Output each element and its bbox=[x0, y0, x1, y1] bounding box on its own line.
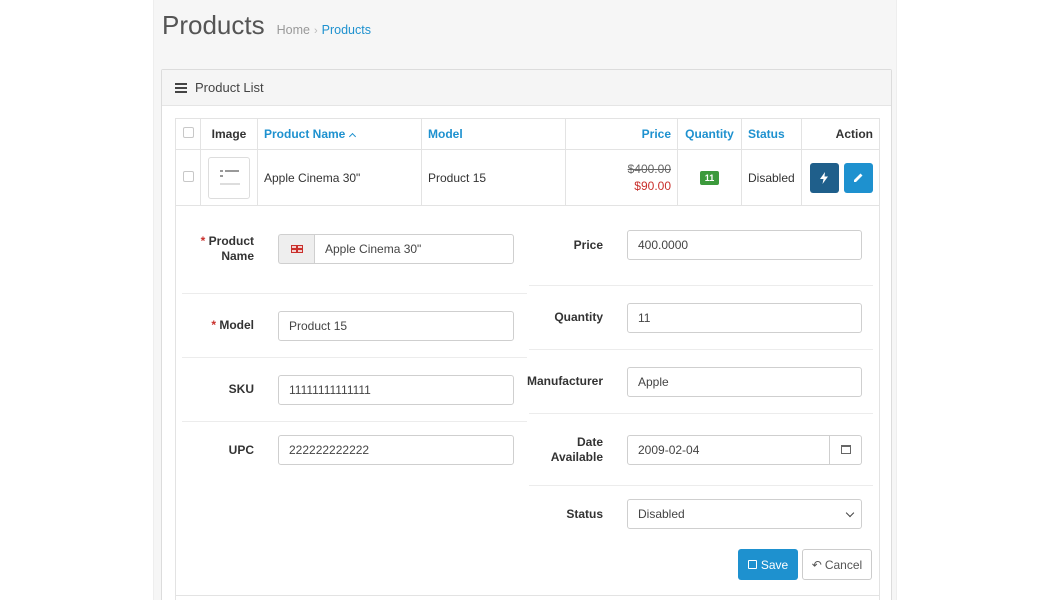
column-header-image: Image bbox=[200, 118, 258, 150]
breadcrumb-products-link[interactable]: Products bbox=[322, 23, 371, 37]
required-marker: * bbox=[211, 318, 216, 332]
cancel-button[interactable]: ↶ Cancel bbox=[802, 549, 872, 580]
product-thumbnail bbox=[208, 156, 250, 199]
product-price-cell: $400.00 $90.00 bbox=[565, 149, 678, 206]
column-header-quantity[interactable]: Quantity bbox=[677, 118, 742, 150]
model-input[interactable]: Product 15 bbox=[278, 310, 514, 341]
product-name-row: * Product Name Apple Cinema 30" bbox=[182, 205, 527, 294]
table-row: Apple Cinema 30" Product 15 $400.00 $90.… bbox=[175, 149, 881, 206]
model-label: * Model bbox=[211, 318, 254, 332]
manufacturer-row: Manufacturer Apple bbox=[527, 350, 873, 414]
uk-flag-icon bbox=[290, 245, 303, 253]
page-title: Products bbox=[162, 10, 265, 40]
quantity-row: Quantity 11 bbox=[529, 286, 873, 350]
page-header: Products Home › Products bbox=[162, 10, 371, 50]
product-table: Image Product Name Model Price Quantity … bbox=[175, 118, 881, 206]
bolt-icon bbox=[820, 171, 829, 184]
price-row: Price 400.0000 bbox=[529, 205, 873, 286]
undo-icon: ↶ bbox=[811, 557, 822, 572]
price-label: Price bbox=[573, 237, 603, 252]
original-price: $400.00 bbox=[627, 162, 671, 176]
date-available-row: Date Available 2009-02-04 bbox=[529, 414, 873, 486]
cancel-button-label: Cancel bbox=[824, 557, 863, 572]
table-header-row: Image Product Name Model Price Quantity … bbox=[175, 118, 881, 150]
column-header-product-name[interactable]: Product Name bbox=[257, 118, 422, 150]
sku-input[interactable]: 11111111111111 bbox=[278, 374, 514, 405]
select-all-cell bbox=[175, 118, 201, 150]
sort-ascending-icon bbox=[349, 132, 357, 141]
product-status-cell: Disabled bbox=[741, 149, 802, 206]
date-available-label: Date Available bbox=[550, 434, 603, 464]
language-flag-addon bbox=[278, 234, 314, 264]
admin-content: Products Home › Products Product List Im… bbox=[153, 0, 897, 600]
breadcrumb: Home › Products bbox=[277, 23, 371, 37]
date-available-input[interactable]: 2009-02-04 bbox=[627, 434, 830, 465]
status-row: Status Disabled bbox=[529, 486, 873, 542]
panel-title: Product List bbox=[195, 80, 264, 95]
table-divider bbox=[176, 595, 879, 596]
column-header-status[interactable]: Status bbox=[741, 118, 802, 150]
product-image-cell bbox=[200, 149, 258, 206]
quantity-input[interactable]: 11 bbox=[627, 302, 862, 333]
status-label: Status bbox=[566, 506, 603, 521]
product-action-cell bbox=[800, 149, 881, 206]
status-select-value: Disabled bbox=[638, 507, 685, 521]
price-input[interactable]: 400.0000 bbox=[627, 230, 862, 260]
manufacturer-label: Manufacturer bbox=[526, 374, 603, 388]
save-button[interactable]: Save bbox=[738, 549, 798, 580]
quick-edit-button[interactable] bbox=[809, 162, 839, 193]
calendar-icon bbox=[840, 445, 851, 454]
breadcrumb-separator: › bbox=[313, 25, 318, 37]
column-header-model[interactable]: Model bbox=[421, 118, 566, 150]
column-header-price[interactable]: Price bbox=[565, 118, 678, 150]
product-name-cell: Apple Cinema 30" bbox=[257, 149, 422, 206]
save-icon bbox=[747, 560, 757, 569]
column-header-product-name-label: Product Name bbox=[264, 127, 346, 141]
breadcrumb-home-link[interactable]: Home bbox=[277, 23, 310, 37]
status-select[interactable]: Disabled bbox=[627, 499, 862, 529]
edit-button[interactable] bbox=[844, 162, 873, 193]
calendar-button[interactable] bbox=[830, 434, 862, 465]
product-name-input-group: Apple Cinema 30" bbox=[278, 234, 514, 264]
upc-input[interactable]: 222222222222 bbox=[278, 435, 514, 465]
row-checkbox[interactable] bbox=[182, 170, 194, 182]
special-price: $90.00 bbox=[634, 179, 671, 193]
product-name-label: * Product Name bbox=[200, 234, 254, 263]
chevron-down-icon bbox=[845, 508, 855, 518]
manufacturer-input[interactable]: Apple bbox=[627, 366, 862, 397]
column-header-action: Action bbox=[800, 118, 881, 150]
upc-row: UPC 222222222222 bbox=[182, 422, 527, 478]
sku-label: SKU bbox=[228, 382, 254, 396]
model-row: * Model Product 15 bbox=[182, 294, 527, 358]
row-select-cell bbox=[175, 149, 201, 206]
sku-row: SKU 11111111111111 bbox=[182, 358, 527, 422]
product-quantity-cell: 11 bbox=[677, 149, 742, 206]
product-name-input[interactable]: Apple Cinema 30" bbox=[314, 234, 514, 264]
quantity-badge: 11 bbox=[699, 171, 720, 185]
list-icon bbox=[175, 82, 187, 93]
date-available-input-group: 2009-02-04 bbox=[627, 434, 862, 465]
select-all-checkbox[interactable] bbox=[182, 127, 194, 138]
inline-edit-form: * Product Name Apple Cinema 30" * Model … bbox=[175, 205, 880, 600]
quantity-label: Quantity bbox=[554, 310, 603, 324]
pencil-icon bbox=[854, 173, 863, 182]
upc-label: UPC bbox=[228, 442, 254, 457]
save-button-label: Save bbox=[760, 557, 789, 572]
product-list-panel: Product List Image Product Name Model Pr… bbox=[161, 69, 892, 600]
panel-heading: Product List bbox=[162, 70, 891, 106]
required-marker: * bbox=[200, 234, 206, 248]
product-model-cell: Product 15 bbox=[421, 149, 566, 206]
